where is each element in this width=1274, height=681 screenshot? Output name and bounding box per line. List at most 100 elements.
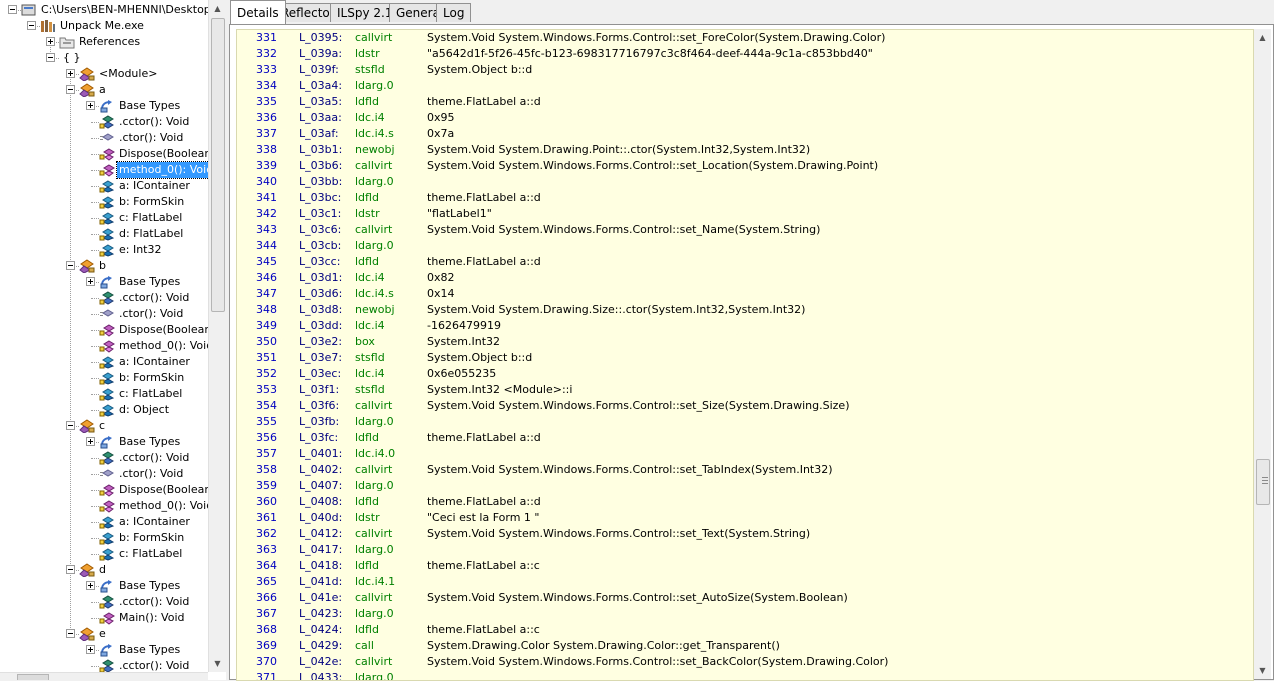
tab-log[interactable]: Log bbox=[436, 3, 472, 22]
tree-node-label[interactable]: C:\Users\BEN-MHENNI\Desktop\Tu bbox=[39, 2, 208, 18]
il-instruction-row[interactable]: 364 L_0418: ldfld theme.FlatLabel a::c bbox=[237, 558, 1253, 574]
il-instruction-row[interactable]: 363 L_0417: ldarg.0 bbox=[237, 542, 1253, 558]
tree-node-label[interactable]: Base Types bbox=[117, 642, 182, 658]
tree-node-label[interactable]: b: FormSkin bbox=[117, 530, 186, 546]
tree-node[interactable]: C:\Users\BEN-MHENNI\Desktop\Tu bbox=[0, 2, 208, 18]
tree-node-label[interactable]: e bbox=[97, 626, 108, 642]
tree-node-label[interactable]: Unpack Me.exe bbox=[58, 18, 146, 34]
expand-icon[interactable] bbox=[86, 101, 95, 110]
il-instruction-row[interactable]: 338 L_03b1: newobj System.Void System.Drawi… bbox=[237, 142, 1253, 158]
scroll-down-arrow-icon[interactable]: ▼ bbox=[1254, 662, 1271, 679]
tree-node-label[interactable]: Base Types bbox=[117, 98, 182, 114]
tree-node[interactable]: .cctor(): Void bbox=[0, 658, 208, 672]
il-instruction-row[interactable]: 357 L_0401: ldc.i4.0 bbox=[237, 446, 1253, 462]
il-instruction-row[interactable]: 336 L_03aa: ldc.i4 0x95 bbox=[237, 110, 1253, 126]
il-instruction-row[interactable]: 351 L_03e7: stsfld System.Object b::d bbox=[237, 350, 1253, 366]
tree-node[interactable]: b: FormSkin bbox=[0, 370, 208, 386]
tree-node-label[interactable]: References bbox=[77, 34, 142, 50]
tree-node-label[interactable]: method_0(): Void bbox=[117, 498, 208, 514]
collapse-icon[interactable] bbox=[66, 629, 75, 638]
tree-node-label[interactable]: a: IContainer bbox=[117, 514, 192, 530]
tree-node[interactable]: e: Int32 bbox=[0, 242, 208, 258]
tree-node-label[interactable]: a: IContainer bbox=[117, 178, 192, 194]
tree-node-label[interactable]: c: FlatLabel bbox=[117, 210, 184, 226]
tree-node[interactable]: References bbox=[0, 34, 208, 50]
il-instruction-row[interactable]: 337 L_03af: ldc.i4.s 0x7a bbox=[237, 126, 1253, 142]
collapse-icon[interactable] bbox=[46, 53, 55, 62]
tree-node-label[interactable]: .ctor(): Void bbox=[117, 466, 185, 482]
tree-node[interactable]: a: IContainer bbox=[0, 178, 208, 194]
tree-node[interactable]: .cctor(): Void bbox=[0, 114, 208, 130]
tree-scrollbar-thumb[interactable] bbox=[211, 18, 225, 312]
tree-node[interactable]: b: FormSkin bbox=[0, 194, 208, 210]
il-instruction-row[interactable]: 365 L_041d: ldc.i4.1 bbox=[237, 574, 1253, 590]
tree-node-label[interactable]: .cctor(): Void bbox=[117, 290, 191, 306]
tree-node[interactable]: method_0(): Void bbox=[0, 161, 208, 179]
collapse-icon[interactable] bbox=[66, 421, 75, 430]
tree-vertical-scrollbar[interactable]: ▲ ▼ bbox=[208, 0, 226, 672]
tree-node-label[interactable]: .ctor(): Void bbox=[117, 306, 185, 322]
tree-node[interactable]: Base Types bbox=[0, 274, 208, 290]
tree-node-label[interactable]: Base Types bbox=[117, 274, 182, 290]
tree-node[interactable]: .ctor(): Void bbox=[0, 130, 208, 146]
il-instruction-row[interactable]: 343 L_03c6: callvirt System.Void System.Win… bbox=[237, 222, 1253, 238]
collapse-icon[interactable] bbox=[66, 85, 75, 94]
code-scrollbar-thumb[interactable] bbox=[1256, 459, 1270, 505]
il-instruction-row[interactable]: 352 L_03ec: ldc.i4 0x6e055235 bbox=[237, 366, 1253, 382]
tree-node-label[interactable]: d: Object bbox=[117, 402, 171, 418]
tree-node[interactable]: Base Types bbox=[0, 434, 208, 450]
tree-node[interactable]: Dispose(Boolean): bbox=[0, 146, 208, 162]
tree-node-label[interactable]: .cctor(): Void bbox=[117, 114, 191, 130]
tree-node-label[interactable]: .cctor(): Void bbox=[117, 450, 191, 466]
collapse-icon[interactable] bbox=[27, 21, 36, 30]
tree-node[interactable]: .ctor(): Void bbox=[0, 466, 208, 482]
expand-icon[interactable] bbox=[86, 645, 95, 654]
tree-node-label[interactable]: Main(): Void bbox=[117, 610, 186, 626]
tree-node[interactable]: e bbox=[0, 626, 208, 642]
tree-node-label[interactable]: method_0(): Void bbox=[115, 161, 208, 179]
tree-node-label[interactable]: .cctor(): Void bbox=[117, 594, 191, 610]
tree-node-label[interactable]: b: FormSkin bbox=[117, 194, 186, 210]
tree-node-label[interactable]: Base Types bbox=[117, 434, 182, 450]
expand-icon[interactable] bbox=[46, 37, 55, 46]
tree-node-label[interactable]: b: FormSkin bbox=[117, 370, 186, 386]
il-instruction-row[interactable]: 356 L_03fc: ldfld theme.FlatLabel a::d bbox=[237, 430, 1253, 446]
expand-icon[interactable] bbox=[66, 69, 75, 78]
expand-icon[interactable] bbox=[86, 277, 95, 286]
il-instruction-row[interactable]: 367 L_0423: ldarg.0 bbox=[237, 606, 1253, 622]
il-instruction-row[interactable]: 360 L_0408: ldfld theme.FlatLabel a::d bbox=[237, 494, 1253, 510]
tree-node[interactable]: Base Types bbox=[0, 578, 208, 594]
il-instruction-row[interactable]: 354 L_03f6: callvirt System.Void System.Win… bbox=[237, 398, 1253, 414]
tree-node-label[interactable]: Dispose(Boolean): bbox=[117, 322, 208, 338]
il-instruction-row[interactable]: 331 L_0395: callvirt System.Void System.Win… bbox=[237, 30, 1253, 46]
tree-node-label[interactable]: c bbox=[97, 418, 107, 434]
collapse-icon[interactable] bbox=[8, 5, 17, 14]
il-instruction-row[interactable]: 340 L_03bb: ldarg.0 bbox=[237, 174, 1253, 190]
il-instruction-row[interactable]: 344 L_03cb: ldarg.0 bbox=[237, 238, 1253, 254]
tree-node[interactable]: Main(): Void bbox=[0, 610, 208, 626]
scroll-up-arrow-icon[interactable]: ▲ bbox=[1254, 29, 1271, 46]
tree-node-label[interactable]: .cctor(): Void bbox=[117, 658, 191, 672]
tree-node[interactable]: a bbox=[0, 82, 208, 98]
tree-horizontal-scrollbar[interactable] bbox=[0, 672, 208, 680]
tree-node[interactable]: c: FlatLabel bbox=[0, 386, 208, 402]
il-instruction-row[interactable]: 370 L_042e: callvirt System.Void System.Win… bbox=[237, 654, 1253, 670]
il-instruction-row[interactable]: 369 L_0429: call System.Drawing.Color Syste… bbox=[237, 638, 1253, 654]
tree-node-label[interactable]: b bbox=[97, 258, 108, 274]
tree-node[interactable]: Unpack Me.exe bbox=[0, 18, 208, 34]
tree-node[interactable]: .ctor(): Void bbox=[0, 306, 208, 322]
il-instruction-row[interactable]: 362 L_0412: callvirt System.Void System.Win… bbox=[237, 526, 1253, 542]
il-instruction-row[interactable]: 333 L_039f: stsfld System.Object b::d bbox=[237, 62, 1253, 78]
tree-node[interactable]: a: IContainer bbox=[0, 354, 208, 370]
tree-node[interactable]: Dispose(Boolean): bbox=[0, 482, 208, 498]
il-instruction-row[interactable]: 359 L_0407: ldarg.0 bbox=[237, 478, 1253, 494]
tree-node[interactable]: a: IContainer bbox=[0, 514, 208, 530]
tree-node-label[interactable]: e: Int32 bbox=[117, 242, 164, 258]
il-instruction-row[interactable]: 332 L_039a: ldstr "a5642d1f-5f26-45fc-b123-… bbox=[237, 46, 1253, 62]
tree-node[interactable]: d: FlatLabel bbox=[0, 226, 208, 242]
expand-icon[interactable] bbox=[86, 437, 95, 446]
tree-node[interactable]: Dispose(Boolean): bbox=[0, 322, 208, 338]
tree-node[interactable]: Base Types bbox=[0, 642, 208, 658]
tree-node-label[interactable]: { } bbox=[61, 50, 83, 66]
tree-node-label[interactable]: d bbox=[97, 562, 108, 578]
